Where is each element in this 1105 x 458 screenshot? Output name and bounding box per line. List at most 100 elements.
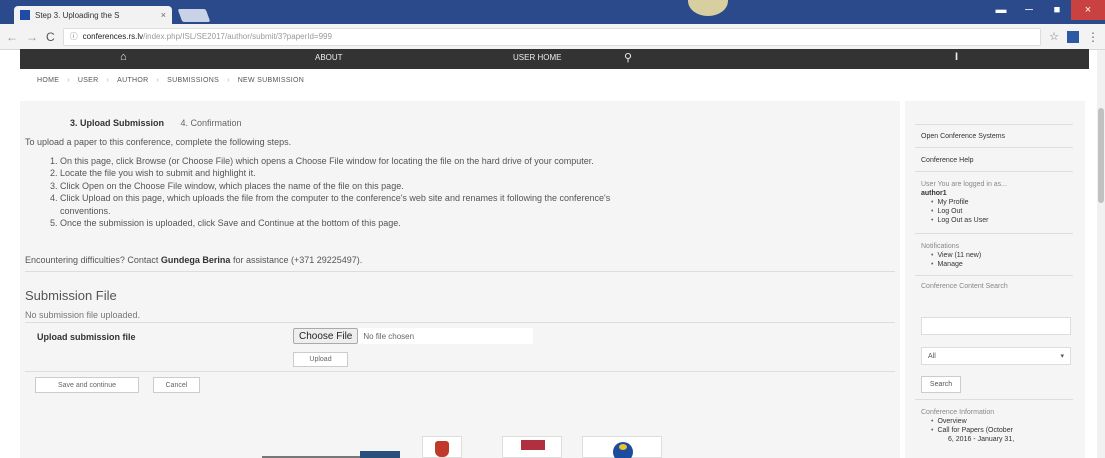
submission-file-heading: Submission File	[25, 288, 117, 303]
sidebar-view-notifications-link[interactable]: View (11 new)	[931, 252, 981, 259]
sidebar-logged-in-text: User You are logged in as...	[921, 181, 1008, 188]
footer-logo-2	[422, 436, 462, 458]
sidebar-help-link[interactable]: Conference Help	[921, 157, 974, 164]
breadcrumb-user[interactable]: USER	[78, 77, 99, 84]
submission-steps: 3. Upload Submission 4. Confirmation	[70, 118, 242, 128]
browser-profile-avatar[interactable]	[688, 0, 728, 16]
footer-logo-3	[502, 436, 562, 458]
sidebar-ocs-link[interactable]: Open Conference Systems	[921, 133, 1005, 140]
page-scrollbar[interactable]	[1097, 50, 1105, 458]
instruction-item: 5. Once the submission is uploaded, clic…	[50, 218, 401, 229]
step-confirmation[interactable]: 4. Confirmation	[181, 118, 242, 128]
breadcrumb: HOME › USER › AUTHOR › SUBMISSIONS › NEW SUB…	[20, 69, 1089, 91]
select-value: All	[928, 352, 936, 360]
browser-titlebar: Step 3. Uploading the S × ▬ ─ ■ ×	[0, 0, 1105, 24]
upload-submission-label: Upload submission file	[37, 332, 136, 342]
breadcrumb-home[interactable]: HOME	[37, 77, 59, 84]
extension-icon[interactable]	[1067, 30, 1079, 43]
sidebar-my-profile-link[interactable]: My Profile	[931, 199, 968, 206]
breadcrumb-author[interactable]: AUTHOR	[117, 77, 148, 84]
sidebar-manage-notifications-link[interactable]: Manage	[931, 261, 962, 268]
file-input[interactable]: Choose File No file chosen	[293, 328, 533, 344]
sidebar-divider	[915, 233, 1073, 234]
url-domain: conferences.rs.lv	[82, 32, 144, 41]
difficulty-after: for assistance (+371 29225497).	[230, 255, 363, 265]
profile-menu-icon[interactable]: ▬	[987, 0, 1015, 20]
browser-tab[interactable]: Step 3. Uploading the S ×	[14, 6, 172, 24]
instruction-item: conventions.	[60, 205, 111, 216]
chevron-down-icon: ▾	[1060, 353, 1064, 360]
divider	[25, 271, 895, 272]
sidebar-search-button[interactable]: Search	[921, 376, 961, 393]
nav-user-home[interactable]: USER HOME	[513, 53, 561, 62]
footer-logo-4	[582, 436, 662, 458]
browser-menu-icon[interactable]: ⋮	[1087, 30, 1099, 44]
no-file-uploaded-text: No submission file uploaded.	[25, 310, 141, 320]
page-info-icon[interactable]: ⓘ	[70, 31, 78, 42]
divider	[25, 371, 895, 372]
sidebar-info-heading: Conference Information	[921, 409, 995, 416]
home-icon[interactable]: ⌂	[120, 51, 127, 63]
emblem-icon	[521, 440, 545, 450]
info-icon[interactable]: i	[955, 51, 958, 63]
url-text: conferences.rs.lv/index.php/ISL/SE2017/a…	[83, 32, 332, 41]
save-and-continue-button[interactable]: Save and continue	[35, 377, 139, 393]
sidebar-divider	[915, 171, 1073, 172]
forward-arrow-icon[interactable]: →	[26, 30, 38, 44]
sidebar-divider	[915, 275, 1073, 276]
favicon-icon	[20, 10, 30, 20]
sidebar-logout-as-user-link[interactable]: Log Out as User	[931, 217, 988, 224]
site-nav-bar: ⌂ ABOUT USER HOME ⚲ i	[20, 49, 1089, 69]
instruction-item: 3. Click Open on the Choose File window,…	[50, 180, 404, 191]
tab-title: Step 3. Uploading the S	[35, 10, 120, 20]
sidebar-search-heading: Conference Content Search	[921, 283, 1008, 290]
circle-logo-dot	[619, 444, 627, 450]
sidebar: Open Conference Systems Conference Help …	[905, 101, 1085, 458]
main-content: 3. Upload Submission 4. Confirmation To …	[20, 101, 900, 458]
sidebar-divider	[915, 399, 1073, 400]
choose-file-button[interactable]: Choose File	[293, 328, 359, 344]
breadcrumb-separator: ›	[227, 76, 230, 84]
breadcrumb-submissions[interactable]: SUBMISSIONS	[167, 77, 219, 84]
breadcrumb-new-submission[interactable]: NEW SUBMISSION	[238, 77, 304, 84]
window-controls: ▬ ─ ■ ×	[987, 0, 1105, 20]
bookmark-star-icon[interactable]: ☆	[1049, 30, 1059, 43]
sidebar-call-for-papers-link[interactable]: Call for Papers (October	[931, 427, 1012, 434]
upload-button[interactable]: Upload	[293, 352, 348, 367]
file-status-text: No file chosen	[363, 331, 415, 341]
sidebar-logout-link[interactable]: Log Out	[931, 208, 962, 215]
url-path: /index.php/ISL/SE2017/author/submit/3?pa…	[143, 32, 332, 41]
cancel-button[interactable]: Cancel	[153, 377, 200, 393]
intro-text: To upload a paper to this conference, co…	[25, 137, 292, 147]
scrollbar-thumb[interactable]	[1098, 108, 1104, 203]
sidebar-overview-link[interactable]: Overview	[931, 418, 966, 425]
sidebar-call-for-papers-dates[interactable]: 6, 2016 - January 31,	[948, 436, 1014, 443]
step-upload-submission: 3. Upload Submission	[70, 118, 165, 128]
sidebar-username: author1	[921, 190, 947, 197]
address-bar[interactable]: ⓘ conferences.rs.lv/index.php/ISL/SE2017…	[62, 27, 1042, 46]
breadcrumb-separator: ›	[106, 76, 110, 84]
difficulty-text: Encountering difficulties? Contact Gunde…	[25, 255, 362, 265]
sidebar-divider	[915, 124, 1073, 125]
footer-logo-1-mark	[360, 451, 400, 458]
sidebar-search-scope-select[interactable]: All ▾	[921, 347, 1071, 365]
crest-icon	[435, 441, 449, 457]
minimize-icon[interactable]: ─	[1015, 0, 1043, 20]
browser-toolbar: ← → C ⓘ conferences.rs.lv/index.php/ISL/…	[0, 24, 1105, 50]
maximize-icon[interactable]: ■	[1043, 0, 1071, 20]
breadcrumb-separator: ›	[156, 76, 160, 84]
tab-close-icon[interactable]: ×	[161, 10, 166, 20]
back-arrow-icon[interactable]: ←	[6, 30, 18, 44]
search-icon[interactable]: ⚲	[624, 51, 632, 64]
difficulty-before: Encountering difficulties? Contact	[25, 255, 161, 265]
contact-name: Gundega Berina	[160, 255, 231, 265]
instructions-list: 1. On this page, click Browse (or Choose…	[50, 155, 880, 229]
close-window-icon[interactable]: ×	[1071, 0, 1105, 20]
sidebar-search-input[interactable]	[921, 317, 1071, 335]
new-tab-button[interactable]	[177, 9, 211, 22]
breadcrumb-separator: ›	[67, 76, 70, 84]
nav-about[interactable]: ABOUT	[315, 53, 343, 62]
sidebar-notifications-heading: Notifications	[921, 243, 960, 250]
instruction-item: 4. Click Upload on this page, which uplo…	[50, 193, 611, 204]
reload-icon[interactable]: C	[46, 30, 55, 44]
